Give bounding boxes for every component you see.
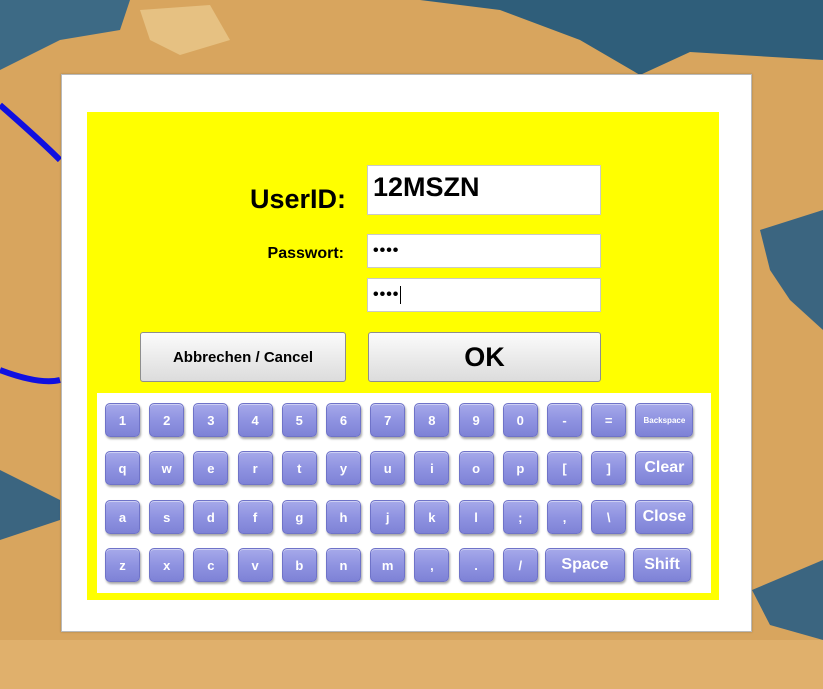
key-c[interactable]: c	[193, 548, 229, 582]
key-d[interactable]: d	[193, 500, 229, 534]
key-3[interactable]: 3	[193, 403, 229, 437]
key-period[interactable]: .	[458, 548, 494, 582]
key-close[interactable]: Close	[635, 500, 694, 534]
key-k[interactable]: k	[414, 500, 450, 534]
key-r[interactable]: r	[237, 451, 273, 485]
key-h[interactable]: h	[326, 500, 361, 534]
key-v[interactable]: v	[237, 548, 273, 582]
key-m[interactable]: m	[370, 548, 406, 582]
password-label: Passwort:	[267, 245, 344, 262]
key-z[interactable]: z	[105, 548, 140, 582]
key-0[interactable]: 0	[502, 403, 538, 437]
password-field[interactable]: ••••	[367, 234, 601, 268]
key-g[interactable]: g	[281, 500, 317, 534]
key-f[interactable]: f	[237, 500, 273, 534]
key-9[interactable]: 9	[458, 403, 494, 437]
password-mask: ••••	[373, 242, 400, 259]
key-u[interactable]: u	[370, 451, 406, 485]
key-2[interactable]: 2	[149, 403, 185, 437]
password-confirm-field[interactable]: ••••	[367, 278, 601, 312]
key-clear[interactable]: Clear	[635, 451, 694, 485]
userid-label: UserID:	[249, 184, 346, 214]
key-p[interactable]: p	[502, 451, 538, 485]
key-8[interactable]: 8	[414, 403, 450, 437]
key-x[interactable]: x	[149, 548, 185, 582]
on-screen-keyboard: 1 2 3 4 5 6 7 8 9 0- = Backspace q w e r t y u i o p [] Clear a s…	[97, 393, 711, 593]
password-confirm-mask: ••••	[373, 286, 400, 303]
key-minus[interactable]: -	[547, 403, 582, 437]
userid-value: 12MSZN	[373, 172, 480, 202]
key-s[interactable]: s	[149, 500, 185, 534]
key-slash[interactable]: /	[502, 548, 538, 582]
key-shift[interactable]: Shift	[633, 548, 691, 582]
key-i[interactable]: i	[414, 451, 450, 485]
login-dialog: UserID: 12MSZN Passwort: •••• •••• Abbre…	[61, 74, 752, 632]
key-6[interactable]: 6	[326, 403, 361, 437]
key-space[interactable]: Space	[545, 548, 625, 582]
key-j[interactable]: j	[370, 500, 406, 534]
key-o[interactable]: o	[458, 451, 494, 485]
key-w[interactable]: w	[149, 451, 185, 485]
key-n[interactable]: n	[326, 548, 361, 582]
key-7[interactable]: 7	[370, 403, 406, 437]
key-comma[interactable]: ,	[547, 500, 582, 534]
text-caret	[400, 286, 402, 304]
key-comma-2[interactable]: ,	[414, 548, 450, 582]
key-semicolon[interactable]: ;	[502, 500, 538, 534]
login-panel: UserID: 12MSZN Passwort: •••• •••• Abbre…	[87, 112, 719, 600]
key-l[interactable]: l	[458, 500, 494, 534]
key-5[interactable]: 5	[281, 403, 317, 437]
key-4[interactable]: 4	[237, 403, 273, 437]
key-backspace[interactable]: Backspace	[635, 403, 694, 437]
key-e[interactable]: e	[193, 451, 229, 485]
key-right-bracket[interactable]: ]	[591, 451, 627, 485]
key-left-bracket[interactable]: [	[547, 451, 582, 485]
ok-button[interactable]: OK	[368, 332, 601, 382]
key-t[interactable]: t	[281, 451, 317, 485]
cancel-button[interactable]: Abbrechen / Cancel	[140, 332, 346, 382]
key-backslash[interactable]: \	[591, 500, 627, 534]
key-q[interactable]: q	[105, 451, 140, 485]
key-a[interactable]: a	[105, 500, 140, 534]
userid-field[interactable]: 12MSZN	[367, 165, 601, 215]
key-1[interactable]: 1	[105, 403, 140, 437]
key-y[interactable]: y	[326, 451, 361, 485]
key-b[interactable]: b	[281, 548, 317, 582]
key-equals[interactable]: =	[591, 403, 627, 437]
